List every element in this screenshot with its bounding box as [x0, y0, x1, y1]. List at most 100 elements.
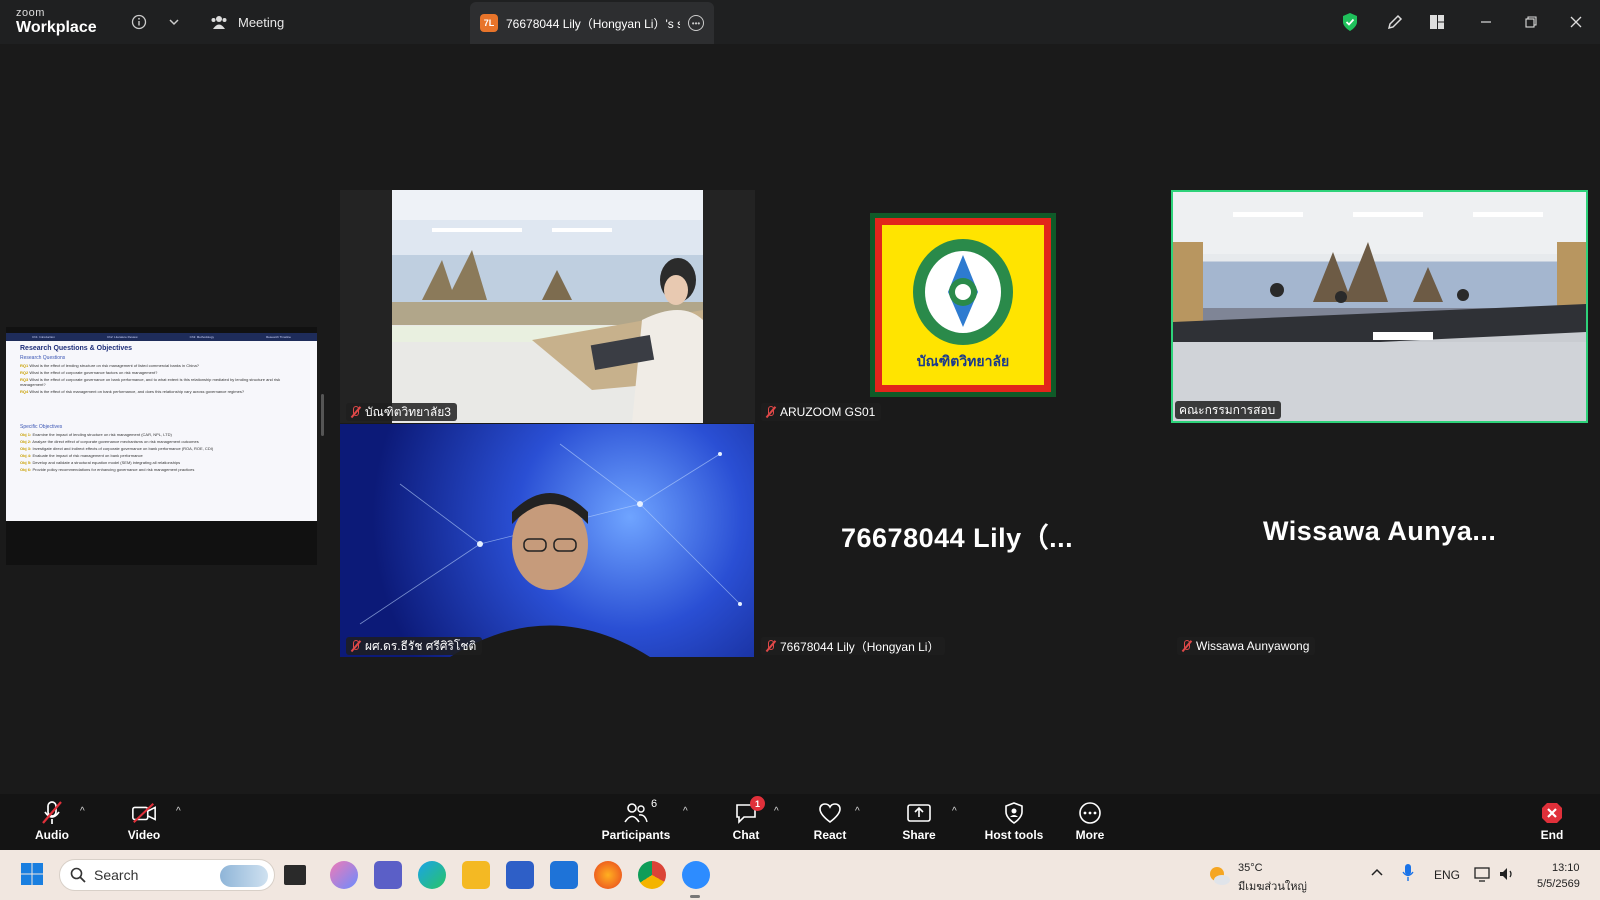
video-feed [1173, 192, 1586, 421]
muted-mic-icon [350, 640, 360, 652]
react-label: React [813, 828, 847, 842]
clock-date[interactable]: 5/5/2569 [1537, 878, 1580, 890]
chevron-down-icon[interactable] [162, 10, 186, 34]
muted-mic-icon [765, 406, 775, 418]
close-icon[interactable] [1564, 10, 1588, 34]
slide-nav-item: Ch1: Introduction [32, 335, 55, 339]
slide-objective: Obj 5: Develop and validate a structural… [20, 460, 181, 465]
video-tile-participant-2[interactable]: บัณฑิตวิทยาลัย ARUZOOM GS01 [755, 190, 1170, 423]
slide-objective: Obj 4: Evaluate the impact of risk manag… [20, 453, 143, 458]
slide-question: RQ1 What is the effect of lending struct… [20, 363, 199, 368]
video-options-caret-icon[interactable]: ^ [176, 806, 181, 817]
participant-name-label: ผศ.ดร.ธีรัช ศรีศิริโชติ [346, 637, 483, 655]
participant-name-label: Wissawa Aunyawong [1177, 637, 1316, 655]
zoom-logo: zoom Workplace [16, 8, 97, 36]
microsoft-store-icon[interactable] [506, 861, 534, 889]
tray-microphone-icon[interactable] [1401, 863, 1415, 888]
file-explorer-icon[interactable] [462, 861, 490, 889]
react-options-caret-icon[interactable]: ^ [855, 806, 860, 817]
info-icon[interactable] [127, 10, 151, 34]
network-icon[interactable] [1474, 865, 1492, 888]
video-tile-participant-5[interactable]: 76678044 Lily（... 76678044 Lily（Hongyan … [755, 424, 1170, 657]
end-label: End [1540, 828, 1564, 842]
minimize-icon[interactable] [1474, 10, 1498, 34]
tab-meeting-label: Meeting [238, 14, 285, 30]
participant-display-name: 76678044 Lily（... [841, 523, 1074, 553]
slide-questions-heading: Research Questions [20, 355, 66, 361]
chrome-icon[interactable] [638, 861, 666, 889]
teams-icon[interactable] [374, 861, 402, 889]
logo-text: บัณฑิตวิทยาลัย [916, 353, 1010, 369]
video-feed [340, 424, 754, 657]
participants-label: Participants [601, 828, 671, 842]
audio-button[interactable]: Audio [17, 800, 87, 846]
chat-label: Chat [732, 828, 760, 842]
search-icon [70, 867, 86, 883]
tab-share-label: 76678044 Lily（Hongyan Li）'s scre [506, 16, 680, 31]
zoom-taskbar-icon[interactable] [682, 861, 710, 889]
participants-button[interactable]: 6 Participants [601, 798, 671, 846]
volume-icon[interactable] [1498, 865, 1516, 888]
search-highlight-image [220, 865, 268, 887]
weather-cloud-sun-icon[interactable] [1207, 864, 1231, 888]
meeting-controls: Audio ^ Video ^ 6 Participants ^ 1 Chat … [0, 794, 1600, 850]
slide-objective: Obj 6: Provide policy recommendations fo… [20, 467, 195, 472]
task-view-icon[interactable] [284, 865, 306, 885]
more-icon [1077, 800, 1103, 826]
slide-nav-item: Ch2: Literature Review [107, 335, 138, 339]
slide-nav: Ch1: Introduction Ch2: Literature Review… [6, 333, 317, 341]
mail-icon[interactable] [550, 861, 578, 889]
share-options-caret-icon[interactable]: ^ [952, 806, 957, 817]
chat-unread-badge: 1 [750, 796, 765, 811]
participants-count: 6 [651, 798, 658, 810]
input-language[interactable]: ENG [1434, 868, 1460, 882]
video-tile-participant-4[interactable]: ผศ.ดร.ธีรัช ศรีศิริโชติ [340, 424, 755, 657]
end-meeting-button[interactable]: End [1517, 800, 1587, 846]
layout-view-icon[interactable] [1425, 10, 1449, 34]
host-tools-label: Host tools [984, 828, 1044, 842]
chat-button[interactable]: 1 Chat [711, 796, 781, 846]
slide-objective: Obj 2: Analyze the direct effect of corp… [20, 439, 199, 444]
slide-title: Research Questions & Objectives [20, 345, 133, 352]
slide-objective: Obj 3: Investigate direct and indirect e… [20, 446, 214, 451]
participant-display-name: Wissawa Aunya... [1263, 516, 1497, 546]
copilot-icon[interactable] [330, 861, 358, 889]
tab-screen-share[interactable]: 7L 76678044 Lily（Hongyan Li）'s scre ••• [470, 2, 714, 44]
participant-name-label: คณะกรรมการสอบ [1175, 401, 1282, 419]
video-tile-participant-1[interactable]: บัณฑิตวิทยาลัย3 [340, 190, 755, 423]
slide-content: Ch1: Introduction Ch2: Literature Review… [6, 333, 317, 521]
participants-options-caret-icon[interactable]: ^ [683, 806, 688, 817]
weather-temp: 35°C [1238, 862, 1263, 874]
slide-nav-item: Research Timeline [266, 335, 291, 339]
firefox-icon[interactable] [594, 861, 622, 889]
edge-icon[interactable] [418, 861, 446, 889]
tray-chevron-up-icon[interactable] [1370, 866, 1384, 885]
taskbar-search[interactable]: Search [59, 859, 275, 891]
participant-name: 76678044 Lily（Hongyan Li） [780, 639, 940, 654]
video-button[interactable]: Video [109, 800, 179, 846]
slide-question: RQ2 What is the effect of corporate gove… [20, 370, 158, 375]
restore-icon[interactable] [1519, 10, 1543, 34]
video-feed [392, 190, 703, 423]
windows-start-icon[interactable] [19, 861, 47, 889]
more-options-icon[interactable]: ••• [688, 15, 704, 31]
clock-time[interactable]: 13:10 [1552, 862, 1580, 874]
tab-meeting[interactable]: Meeting [210, 0, 284, 44]
participant-name: คณะกรรมการสอบ [1179, 402, 1276, 417]
more-button[interactable]: More [1055, 800, 1125, 846]
participants-group-icon [211, 16, 227, 29]
shield-icon[interactable] [1338, 10, 1362, 34]
participant-name: ผศ.ดร.ธีรัช ศรีศิริโชติ [365, 638, 477, 653]
annotate-pen-icon[interactable] [1383, 10, 1407, 34]
shared-screen[interactable]: Ch1: Introduction Ch2: Literature Review… [6, 327, 317, 565]
splitter-handle[interactable] [321, 394, 324, 436]
audio-options-caret-icon[interactable]: ^ [80, 806, 85, 817]
participant-name: Wissawa Aunyawong [1196, 639, 1310, 653]
video-tile-participant-6[interactable]: Wissawa Aunya... Wissawa Aunyawong [1171, 424, 1588, 657]
video-tile-participant-3-active-speaker[interactable]: คณะกรรมการสอบ [1171, 190, 1588, 423]
os-taskbar: Search 35°C มีเมฆส่วนใหญ่ ENG 13:10 5/5/… [0, 850, 1600, 900]
chat-options-caret-icon[interactable]: ^ [774, 806, 779, 817]
share-label: Share [902, 828, 936, 842]
share-button[interactable]: Share [884, 800, 954, 846]
host-tools-button[interactable]: Host tools [974, 800, 1054, 846]
